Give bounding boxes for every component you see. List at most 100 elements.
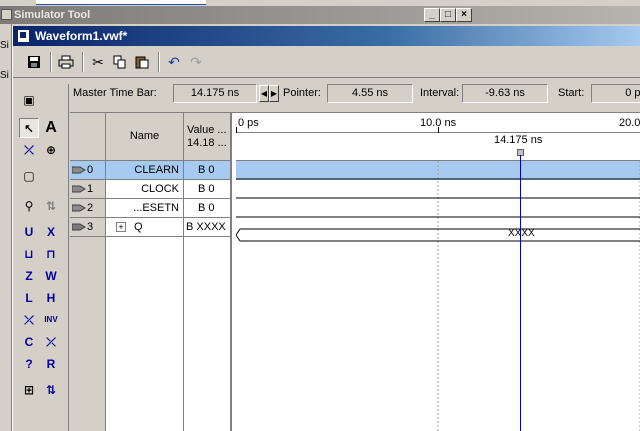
waveform-title-bar[interactable]: Waveform1.vwf* bbox=[13, 26, 640, 46]
side-text-2: Si bbox=[0, 70, 9, 81]
side-text-1: Si bbox=[0, 40, 9, 51]
signal-name-cell[interactable]: + Q bbox=[106, 218, 183, 237]
close-button[interactable]: × bbox=[456, 8, 472, 22]
pointer-field: 4.55 ns bbox=[327, 84, 413, 103]
input-pin-icon bbox=[72, 166, 86, 174]
value-header-line2: 14.18 ... bbox=[187, 137, 227, 149]
signal-name: Q bbox=[134, 221, 143, 233]
master-time-bar-label: Master Time Bar: bbox=[73, 87, 157, 99]
signal-value-cell[interactable]: B 0 bbox=[184, 161, 230, 180]
index-cell[interactable]: 0 bbox=[70, 161, 105, 180]
uninitialized-icon[interactable]: U bbox=[19, 222, 39, 242]
start-field[interactable]: 0 ps bbox=[591, 84, 640, 103]
master-time-bar-field[interactable]: 14.175 ns bbox=[173, 84, 257, 103]
index-cell[interactable]: 3 bbox=[70, 218, 105, 237]
r-label: R bbox=[46, 357, 56, 371]
count-value-icon[interactable]: INV bbox=[41, 310, 61, 330]
row-index: 0 bbox=[87, 164, 94, 176]
redo-icon[interactable]: ↷ bbox=[185, 51, 207, 73]
copy-icon[interactable] bbox=[109, 51, 131, 73]
pointer-icon[interactable]: ↖ bbox=[19, 118, 39, 138]
master-time-next-button[interactable]: ▶ bbox=[269, 85, 279, 102]
waveform-doc-icon bbox=[17, 29, 30, 43]
index-cell[interactable]: 2 bbox=[70, 199, 105, 218]
index-cell[interactable]: 1 bbox=[70, 180, 105, 199]
text-icon[interactable]: A bbox=[41, 118, 61, 138]
waveform-edit-icon[interactable]: ⤫ bbox=[19, 140, 39, 160]
toolbar-separator bbox=[158, 52, 160, 72]
print-icon[interactable] bbox=[55, 51, 77, 73]
dont-care-icon[interactable]: R bbox=[41, 354, 61, 374]
index-column: 0 1 2 3 bbox=[70, 113, 106, 431]
expand-icon[interactable]: + bbox=[116, 222, 126, 232]
undo-icon[interactable]: ↶ bbox=[163, 51, 185, 73]
random-value-icon[interactable]: ? bbox=[19, 354, 39, 374]
toolbar-separator bbox=[50, 52, 52, 72]
weak-high-icon[interactable]: H bbox=[41, 288, 61, 308]
start-label: Start: bbox=[558, 87, 585, 99]
signal-name: CLOCK bbox=[141, 183, 179, 195]
high-impedance-icon[interactable]: Z bbox=[19, 266, 39, 286]
scissors-icon[interactable]: ✂ bbox=[87, 51, 109, 73]
waveform-grid: 0123 Name CLEARN CLOCK ...ESETN + Q Value ..… bbox=[70, 112, 640, 431]
row-index: 1 bbox=[87, 183, 94, 195]
snap-grid-icon[interactable]: ⊞ bbox=[19, 380, 39, 400]
fullscreen-icon[interactable]: ▢ bbox=[19, 166, 39, 186]
input-pin-icon bbox=[72, 185, 86, 193]
signal-value-cell[interactable]: B 0 bbox=[184, 180, 230, 199]
output-pin-icon bbox=[72, 223, 86, 231]
forcing-low-icon[interactable]: ⊔ bbox=[19, 244, 39, 264]
value-header[interactable]: Value ... 14.18 ... bbox=[184, 113, 230, 161]
tool-palette: ▣ ↖ A ⤫ ⊕ ▢ ⚲ ⇅ U X ⊔ ⊓ Z W L H ⤫ INV C … bbox=[13, 84, 69, 431]
z-label: Z bbox=[25, 269, 33, 283]
minimize-button[interactable]: _ bbox=[424, 8, 440, 22]
wave-q-start bbox=[236, 228, 241, 242]
name-header-label: Name bbox=[129, 130, 160, 142]
signal-waves bbox=[236, 155, 640, 431]
signal-name-cell[interactable]: ...ESETN bbox=[106, 199, 183, 218]
replace-icon[interactable]: ⇅ bbox=[41, 196, 61, 216]
h-label: H bbox=[46, 291, 56, 305]
forcing-unknown-icon[interactable]: X bbox=[41, 222, 61, 242]
value-column: Value ... 14.18 ... B 0 B 0 B 0 B XXXX bbox=[184, 113, 232, 431]
find-icon[interactable]: ⚲ bbox=[19, 196, 39, 216]
signal-value-cell[interactable]: B XXXX bbox=[184, 218, 230, 237]
fullscreen-icon[interactable]: ▣ bbox=[19, 90, 39, 110]
invert-icon[interactable]: ⤫ bbox=[19, 310, 39, 330]
zoom-icon[interactable]: ⊕ bbox=[41, 140, 61, 160]
signal-name-cell[interactable]: CLEARN bbox=[106, 161, 183, 180]
outer-window-edge: Si Si bbox=[0, 24, 12, 431]
l-label: L bbox=[25, 291, 33, 305]
app-icon bbox=[1, 9, 12, 20]
inv-label: INV bbox=[44, 315, 58, 324]
row-index: 2 bbox=[87, 202, 94, 214]
name-column: Name CLEARN CLOCK ...ESETN + Q bbox=[106, 113, 184, 431]
master-time-prev-button[interactable]: ◀ bbox=[259, 85, 269, 102]
signal-value: B XXXX bbox=[186, 221, 226, 233]
signal-value: B 0 bbox=[198, 164, 215, 176]
weak-low-icon[interactable]: L bbox=[19, 288, 39, 308]
outer-title-bar[interactable]: Simulator Tool bbox=[0, 6, 640, 24]
clock-value-icon[interactable]: C bbox=[19, 332, 39, 352]
forcing-high-icon[interactable]: ⊓ bbox=[41, 244, 61, 264]
index-header bbox=[70, 113, 105, 161]
waveform-window-title: Waveform1.vwf* bbox=[35, 29, 128, 43]
wave-q-value: XXXX bbox=[508, 228, 535, 239]
waveform-display[interactable]: 0 ps 10.0 ns 20.0 14.175 ns XXXX bbox=[236, 113, 640, 431]
signal-value-cell[interactable]: B 0 bbox=[184, 199, 230, 218]
interval-label: Interval: bbox=[420, 87, 460, 99]
pointer-label: Pointer: bbox=[283, 87, 321, 99]
signal-name: CLEARN bbox=[134, 164, 179, 176]
save-icon[interactable] bbox=[23, 51, 45, 73]
interval-field: -9.63 ns bbox=[462, 84, 548, 103]
x-label: X bbox=[46, 225, 55, 239]
sort-icon[interactable]: ⇅ bbox=[41, 380, 61, 400]
weak-unknown-icon[interactable]: W bbox=[41, 266, 61, 286]
signal-value: B 0 bbox=[198, 183, 215, 195]
input-pin-icon bbox=[72, 204, 86, 212]
paste-icon[interactable] bbox=[131, 51, 153, 73]
maximize-button[interactable]: □ bbox=[440, 8, 456, 22]
arbitrary-value-icon[interactable]: ⤫ bbox=[41, 332, 61, 352]
signal-name-cell[interactable]: CLOCK bbox=[106, 180, 183, 199]
name-header[interactable]: Name bbox=[106, 113, 183, 161]
